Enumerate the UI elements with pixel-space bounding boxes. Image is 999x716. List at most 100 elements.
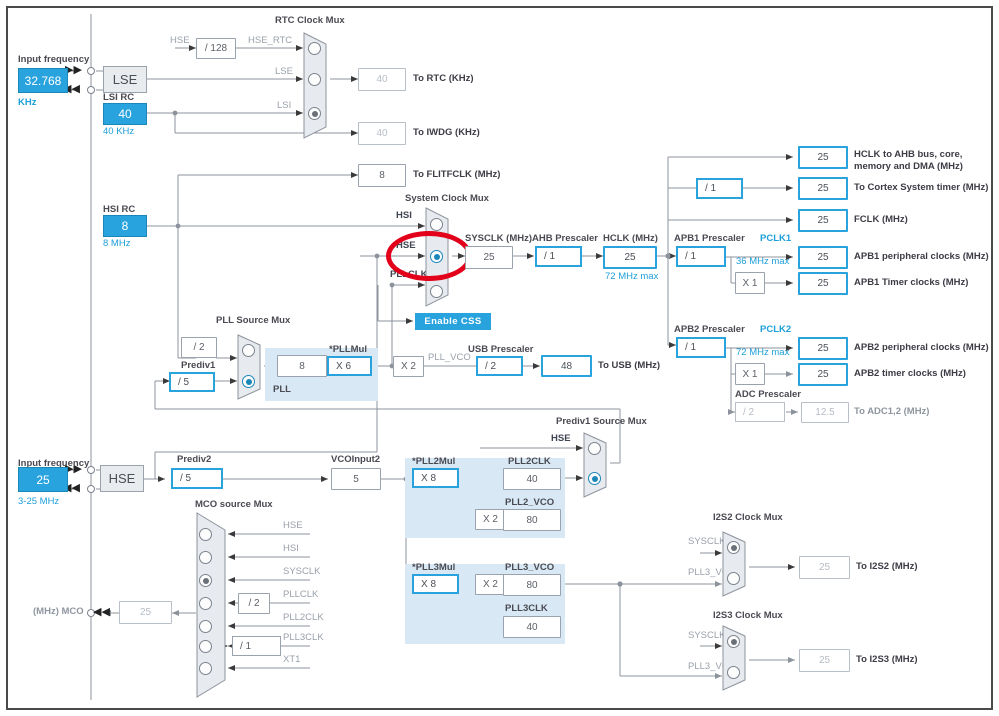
apb1-periph-output-label: APB1 peripheral clocks (MHz) bbox=[854, 252, 989, 263]
i2s3-mux-radio-1[interactable] bbox=[727, 666, 740, 679]
rtc-mux-radio-0[interactable] bbox=[308, 42, 321, 55]
rtc-mux-input-2-label: LSI bbox=[277, 101, 291, 112]
mco-mux-radio-5[interactable] bbox=[199, 640, 212, 653]
mco-pll3clk-divider-select[interactable]: / 1 bbox=[232, 636, 281, 656]
fclk-output-label: FCLK (MHz) bbox=[854, 215, 908, 226]
apb1-prescaler-select[interactable]: / 1 bbox=[676, 246, 726, 267]
apb2-prescaler-label: APB2 Prescaler bbox=[674, 325, 745, 336]
fclk-output-value[interactable]: 25 bbox=[798, 209, 848, 232]
pllmul-label: *PLLMul bbox=[329, 345, 367, 356]
mco-mux-radio-3[interactable] bbox=[199, 597, 212, 610]
lse-pin-out bbox=[87, 86, 95, 94]
pll2mul-select[interactable]: X 8 bbox=[412, 468, 459, 488]
i2s3-clock-mux-title: I2S3 Clock Mux bbox=[713, 611, 783, 622]
mco-mux-radio-0[interactable] bbox=[199, 528, 212, 541]
prediv1-label: Prediv1 bbox=[181, 361, 215, 372]
mco-mux-radio-1[interactable] bbox=[199, 551, 212, 564]
prediv1-mux-hse-label: HSE bbox=[551, 434, 571, 445]
pllmul-select[interactable]: X 6 bbox=[327, 356, 372, 376]
pll2-x2-multiplier: X 2 bbox=[475, 509, 506, 530]
cortex-timer-output-value[interactable]: 25 bbox=[798, 177, 848, 200]
apb2-max-label: 72 MHz max bbox=[736, 348, 789, 359]
prediv2-select[interactable]: / 5 bbox=[171, 468, 223, 489]
mco-output-value: 25 bbox=[119, 601, 172, 624]
i2s2-output-label: To I2S2 (MHz) bbox=[856, 562, 918, 573]
enable-css-button[interactable]: Enable CSS bbox=[415, 313, 491, 330]
hsi-value-field[interactable]: 8 bbox=[103, 215, 147, 237]
sysclk-label: SYSCLK (MHz) bbox=[465, 234, 532, 245]
prediv1-source-mux-radio-1[interactable] bbox=[588, 472, 601, 485]
i2s2-mux-radio-0[interactable] bbox=[727, 541, 740, 554]
usb-output-label: To USB (MHz) bbox=[598, 361, 660, 372]
pll-x2-multiplier: X 2 bbox=[393, 356, 424, 377]
pll3-vco-value: 80 bbox=[503, 574, 561, 596]
system-clock-mux-title: System Clock Mux bbox=[405, 194, 489, 205]
i2s3-output-value: 25 bbox=[799, 649, 850, 672]
adc-output-value: 12.5 bbox=[801, 402, 849, 423]
hse-range-label: 3-25 MHz bbox=[18, 497, 59, 508]
ahb-prescaler-select[interactable]: / 1 bbox=[535, 246, 582, 267]
mco-mux-input-3-label: PLLCLK bbox=[283, 590, 318, 601]
pll3mul-select[interactable]: X 8 bbox=[412, 574, 459, 594]
clock-configuration-diagram: ▶▶ ◀◀ ▶▶ ◀◀ ◀◀ Input frequency 32.768 KH… bbox=[0, 0, 999, 716]
hclk-ahb-output-value[interactable]: 25 bbox=[798, 146, 848, 169]
pll3-vco-label: PLL3_VCO bbox=[505, 563, 554, 574]
mco-mux-input-6-label: XT1 bbox=[283, 655, 300, 666]
mco-mux-radio-6[interactable] bbox=[199, 662, 212, 675]
lsi-unit-label: 40 KHz bbox=[103, 127, 134, 138]
i2s3-mux-radio-0[interactable] bbox=[727, 635, 740, 648]
usb-prescaler-label: USB Prescaler bbox=[468, 345, 533, 356]
pll-source-mux-title: PLL Source Mux bbox=[216, 316, 290, 327]
cortex-timer-output-label: To Cortex System timer (MHz) bbox=[854, 183, 988, 194]
flitfclk-output-value: 8 bbox=[358, 164, 406, 187]
mco-mux-input-4-label: PLL2CLK bbox=[283, 613, 324, 624]
prediv1-select[interactable]: / 5 bbox=[169, 372, 215, 392]
sysmux-radio-2[interactable] bbox=[430, 285, 443, 298]
rtc-clock-mux-title: RTC Clock Mux bbox=[275, 16, 345, 27]
hclk-ahb-output-label-line1: HCLK to AHB bus, core, bbox=[854, 150, 962, 161]
apb2-timer-output-value[interactable]: 25 bbox=[798, 363, 848, 386]
mco-out-arrows: ◀◀ bbox=[93, 606, 110, 619]
flitfclk-output-label: To FLITFCLK (MHz) bbox=[413, 170, 500, 181]
hse-pin-out bbox=[87, 485, 95, 493]
mco-pllclk-divider: / 2 bbox=[238, 593, 270, 614]
i2s2-mux-radio-1[interactable] bbox=[727, 572, 740, 585]
adc-prescaler-label: ADC Prescaler bbox=[735, 390, 801, 401]
mco-mux-input-5-label: PLL3CLK bbox=[283, 633, 324, 644]
lse-input-frequency-label: Input frequency bbox=[18, 55, 89, 66]
pll-vco-label: PLL_VCO bbox=[428, 353, 471, 364]
iwdg-output-value: 40 bbox=[358, 122, 406, 145]
lse-input-frequency-field[interactable]: 32.768 bbox=[18, 68, 68, 93]
apb1-prescaler-label: APB1 Prescaler bbox=[674, 234, 745, 245]
apb1-periph-output-value[interactable]: 25 bbox=[798, 246, 848, 269]
pll-source-mux-radio-1[interactable] bbox=[242, 375, 255, 388]
hse-input-frequency-field[interactable]: 25 bbox=[18, 467, 68, 492]
apb2-timer-output-label: APB2 timer clocks (MHz) bbox=[854, 369, 966, 380]
apb2-periph-output-value[interactable]: 25 bbox=[798, 337, 848, 360]
pclk1-label: PCLK1 bbox=[760, 234, 791, 245]
vco-input2-label: VCOInput2 bbox=[331, 455, 380, 466]
prediv2-label: Prediv2 bbox=[177, 455, 211, 466]
i2s2-clock-mux-title: I2S2 Clock Mux bbox=[713, 513, 783, 524]
mco-mux-radio-2[interactable] bbox=[199, 574, 212, 587]
i2s2-mux-input-0-label: SYSCLK bbox=[688, 537, 726, 548]
hclk-label: HCLK (MHz) bbox=[603, 234, 658, 245]
prediv1-source-mux-radio-0[interactable] bbox=[588, 442, 601, 455]
usb-output-value[interactable]: 48 bbox=[541, 355, 592, 377]
adc-prescaler-select[interactable]: / 2 bbox=[735, 402, 785, 422]
mco-mux-input-0-label: HSE bbox=[283, 521, 303, 532]
apb2-prescaler-select[interactable]: / 1 bbox=[676, 337, 726, 358]
rtc-mux-input-1-label: LSE bbox=[275, 67, 293, 78]
usb-prescaler-select[interactable]: / 2 bbox=[476, 356, 523, 376]
apb1-timer-output-value[interactable]: 25 bbox=[798, 272, 848, 295]
rtc-mux-radio-1[interactable] bbox=[308, 73, 321, 86]
pll-source-mux-radio-0[interactable] bbox=[242, 344, 255, 357]
hclk-value[interactable]: 25 bbox=[603, 246, 657, 269]
lsi-value-field[interactable]: 40 bbox=[103, 103, 147, 125]
pll2-vco-value: 80 bbox=[503, 509, 561, 531]
mco-mux-radio-4[interactable] bbox=[199, 620, 212, 633]
mco-source-mux-title: MCO source Mux bbox=[195, 500, 273, 511]
rtc-mux-radio-2[interactable] bbox=[308, 107, 321, 120]
sysmux-radio-0[interactable] bbox=[430, 218, 443, 231]
cortex-prescaler-select[interactable]: / 1 bbox=[696, 178, 743, 199]
